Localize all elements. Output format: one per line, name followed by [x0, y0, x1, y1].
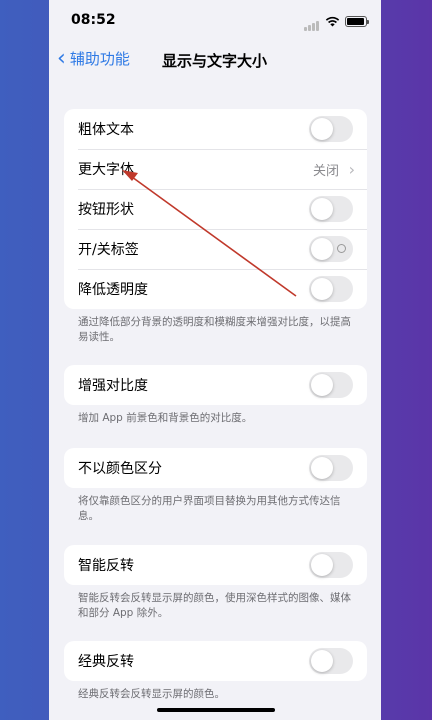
annotation-arrow [122, 170, 297, 297]
